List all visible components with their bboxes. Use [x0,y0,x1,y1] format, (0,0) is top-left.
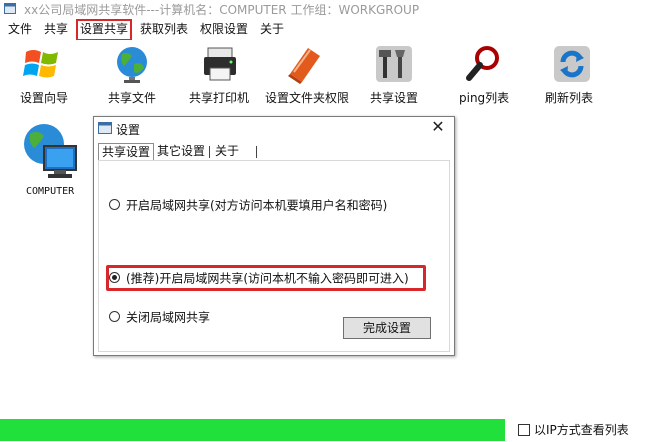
network-computer-icon[interactable] [20,120,80,182]
settings-dialog: 设置 ✕ 共享设置 其它设置 关于 开启局域网共享(对方访问本机要填用户名和密码… [93,116,455,356]
finish-settings-button[interactable]: 完成设置 [343,317,431,339]
radio-button[interactable] [109,199,120,210]
tool-label: 设置文件夹权限 [265,91,350,105]
tab-about[interactable]: 关于 [212,143,242,161]
tool-label: 共享文件 [108,91,157,105]
menu-share-settings[interactable]: 设置共享 [75,19,133,41]
window-title: xx公司局域网共享软件---计算机名：COMPUTER 工作组：WORKGROU… [24,3,420,17]
menu-about[interactable]: 关于 [258,21,286,39]
radio-button[interactable] [109,311,120,322]
menu-file[interactable]: 文件 [6,21,34,39]
option-label: (推荐)开启局域网共享(访问本机不输入密码即可进入) [126,271,409,286]
tools-icon [376,46,412,82]
menu-get-list[interactable]: 获取列表 [138,21,190,39]
folder-book-icon [288,48,320,84]
tab-divider [209,146,210,158]
ip-view-checkbox[interactable] [518,424,530,436]
dialog-title: 设置 [116,123,141,137]
windows-logo-icon [23,50,58,78]
computer-name[interactable]: COMPUTER [26,186,74,197]
option-share-with-password[interactable]: 开启局域网共享(对方访问本机要填用户名和密码) [109,196,387,214]
radio-button[interactable] [109,272,120,283]
tool-label: 刷新列表 [545,91,594,105]
option-label: 开启局域网共享(对方访问本机要填用户名和密码) [126,198,388,213]
magnifier-icon [466,46,499,81]
tab-divider [256,146,257,158]
tool-label: ping列表 [459,91,510,105]
ip-view-label: 以IP方式查看列表 [534,423,629,437]
dialog-app-icon [98,122,112,134]
toolbar: 设置向导 共享文件 共享打印机 设置文件夹权限 共享设置 ping列表 刷新列表 [0,40,650,112]
tool-label: 共享设置 [370,91,419,105]
option-disable-share[interactable]: 关闭局域网共享 [109,308,210,326]
globe-icon [117,47,147,83]
status-bar: 以IP方式查看列表 [0,417,650,442]
tool-label: 设置向导 [20,91,69,105]
printer-icon [204,47,236,81]
refresh-icon [554,46,590,82]
app-icon [4,3,16,14]
tool-label: 共享打印机 [189,91,250,105]
menu-bar: 文件 共享 设置共享 获取列表 权限设置 关于 [0,18,650,41]
title-bar: xx公司局域网共享软件---计算机名：COMPUTER 工作组：WORKGROU… [0,0,650,18]
menu-permissions[interactable]: 权限设置 [198,21,250,39]
option-label: 关闭局域网共享 [126,310,211,325]
option-share-no-password[interactable]: (推荐)开启局域网共享(访问本机不输入密码即可进入) [109,269,409,287]
close-icon[interactable]: ✕ [430,118,446,136]
tab-other-settings[interactable]: 其它设置 [154,143,208,161]
tab-share-settings[interactable]: 共享设置 [98,143,155,161]
progress-fill [0,419,505,441]
menu-share[interactable]: 共享 [42,21,70,39]
progress-bar [0,419,505,441]
